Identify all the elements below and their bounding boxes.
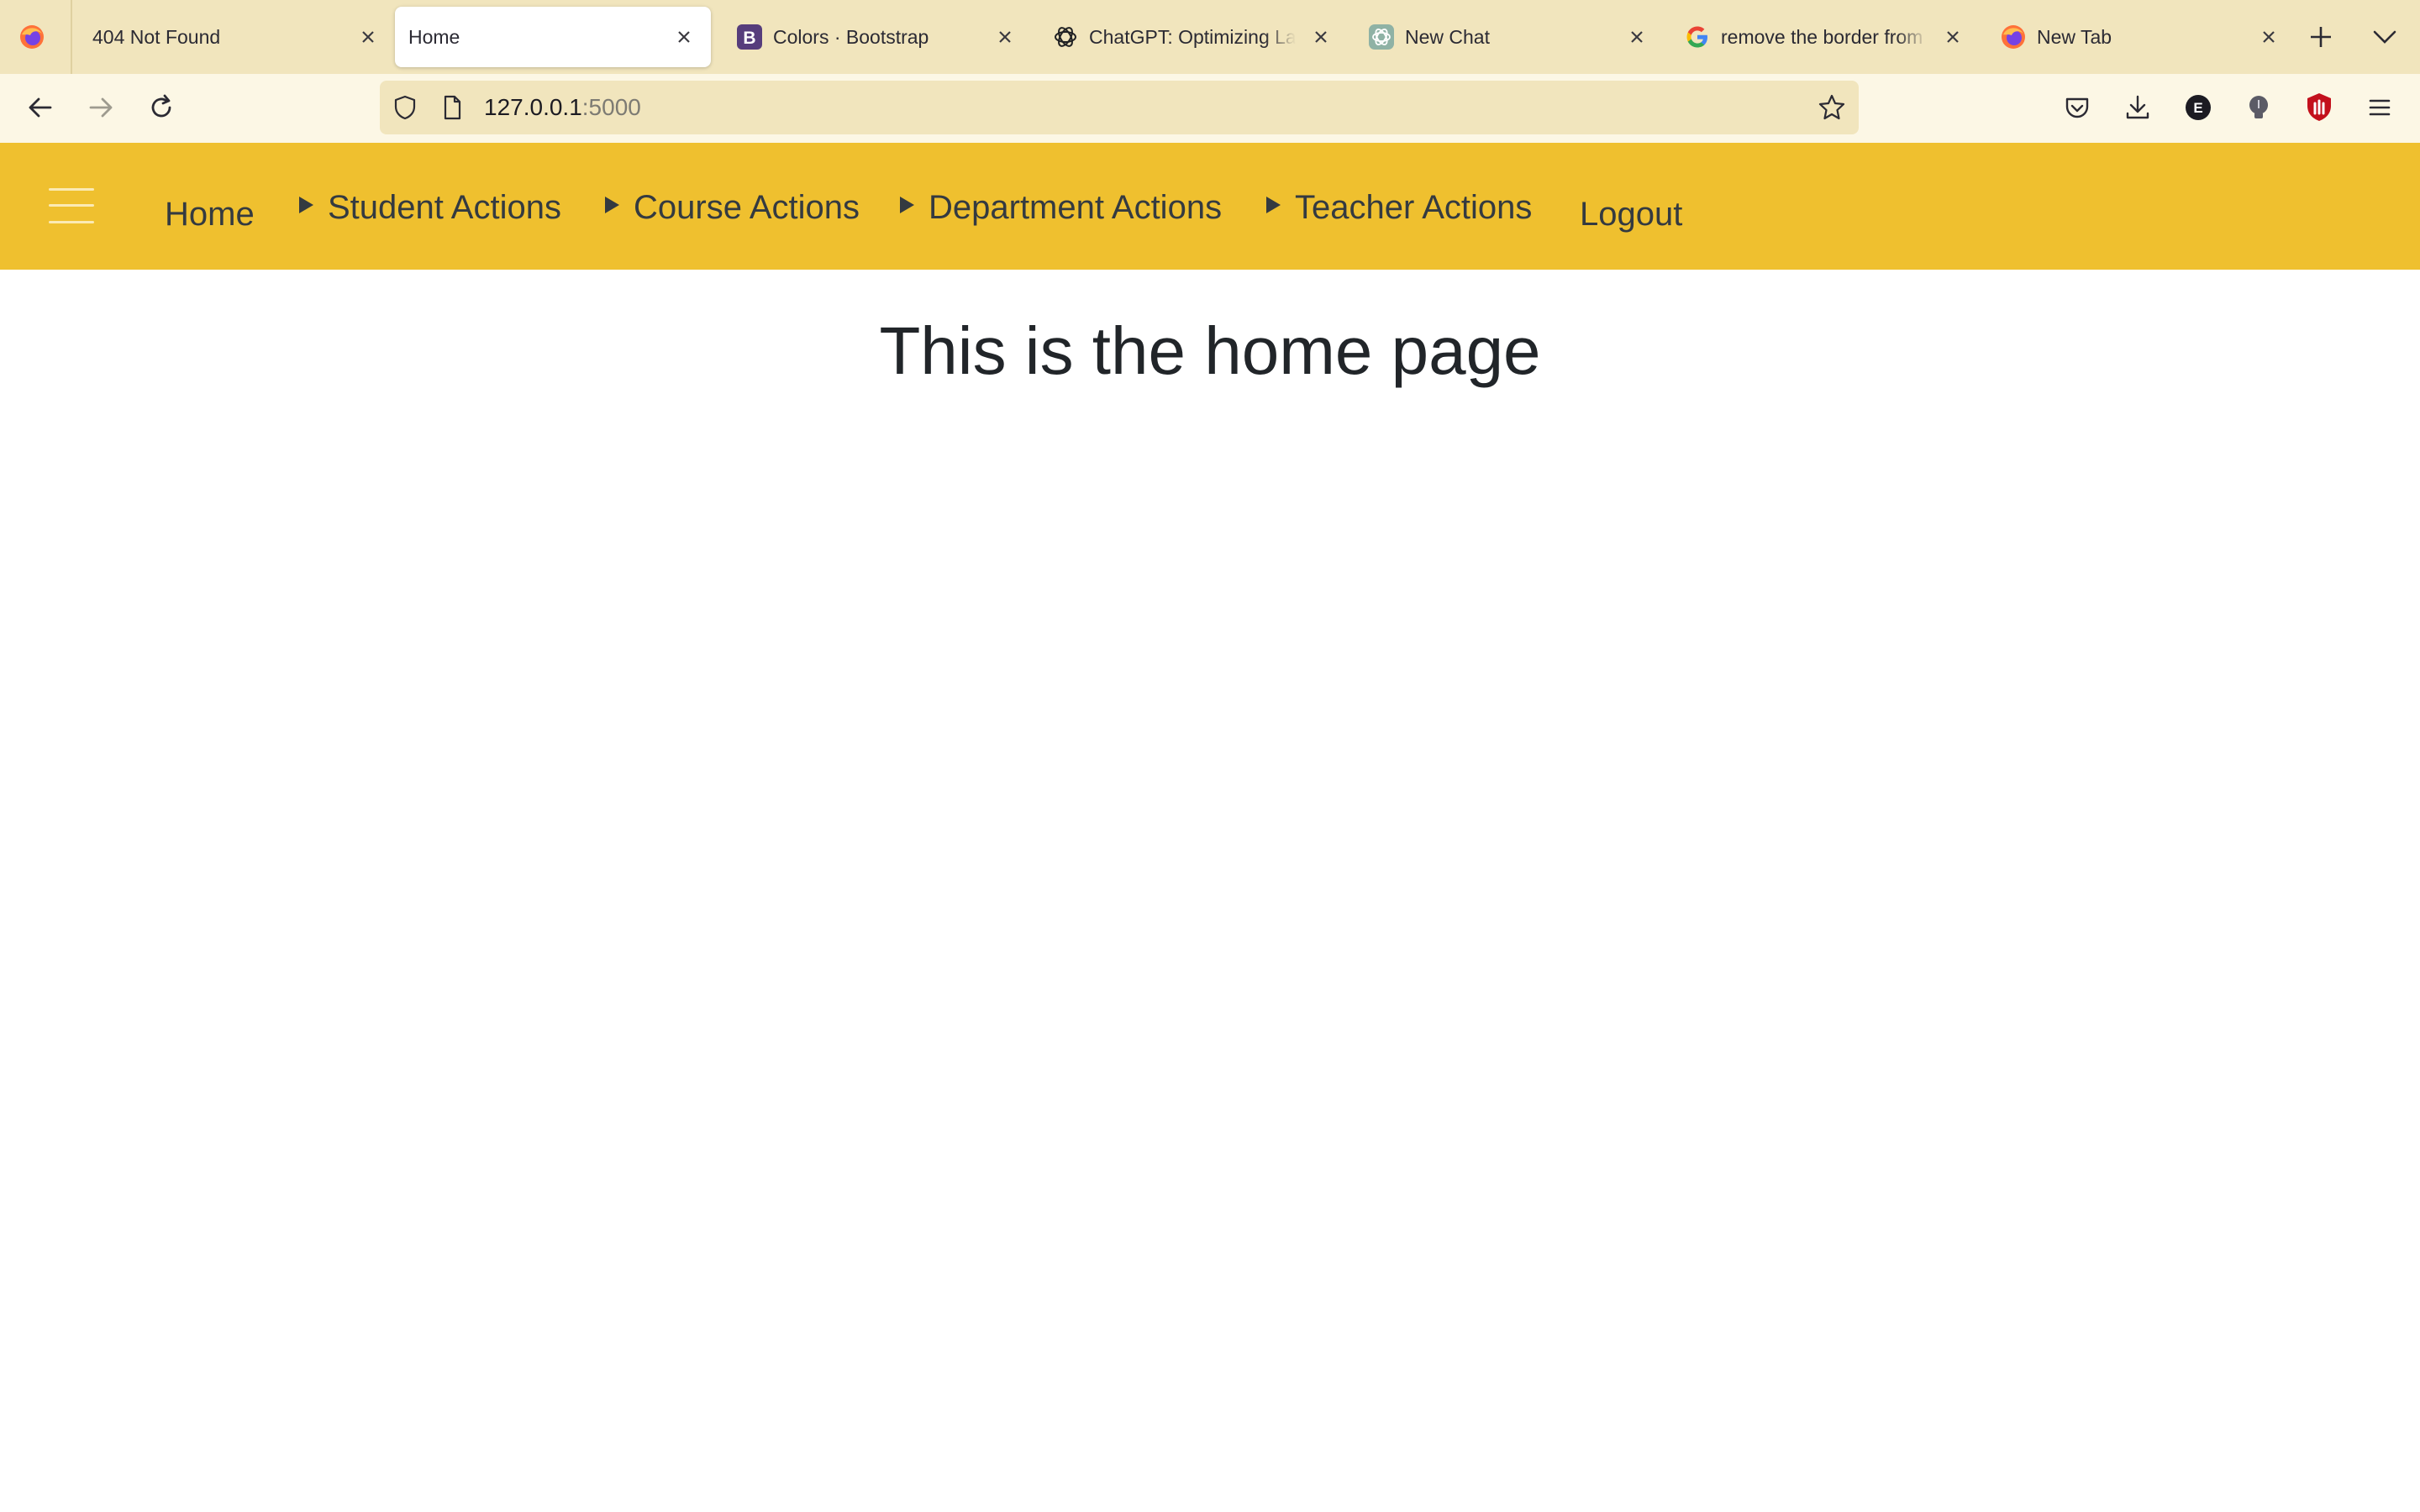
nav-dropdown-label: Course Actions bbox=[634, 189, 860, 226]
back-arrow-icon[interactable] bbox=[20, 87, 60, 128]
tab-title: Home bbox=[408, 26, 460, 48]
nav-dropdown-teacher-actions[interactable]: Teacher Actions bbox=[1266, 187, 1532, 228]
disclosure-triangle-icon bbox=[1266, 197, 1281, 213]
pocket-icon[interactable] bbox=[2060, 91, 2094, 124]
google-icon bbox=[1686, 26, 1707, 48]
nav-dropdown-label: Department Actions bbox=[929, 189, 1223, 226]
disclosure-triangle-icon bbox=[605, 197, 619, 213]
forward-arrow-icon[interactable] bbox=[81, 87, 121, 128]
tab-google-search[interactable]: remove the border from a bbox=[1664, 7, 1980, 67]
extension-badge-letter: E bbox=[2193, 100, 2202, 116]
lightbulb-extension-icon[interactable] bbox=[2242, 91, 2275, 124]
extension-e-icon[interactable]: E bbox=[2181, 91, 2215, 124]
site-navbar: Home Student Actions Course Actions Depa… bbox=[0, 143, 2420, 270]
sidebar-toggle-hamburger-icon[interactable] bbox=[49, 188, 94, 223]
chatgpt-icon bbox=[1369, 24, 1394, 50]
tab-chatgpt-optimizing[interactable]: ChatGPT: Optimizing Language Models bbox=[1032, 7, 1348, 67]
tab-title: 404 Not Found bbox=[92, 26, 221, 48]
tab-home[interactable]: Home bbox=[395, 7, 711, 67]
nav-dropdown-label: Teacher Actions bbox=[1295, 189, 1533, 226]
reload-icon[interactable] bbox=[141, 87, 182, 128]
url-host: 127.0.0.1 bbox=[484, 94, 582, 120]
close-tab-icon[interactable] bbox=[2257, 25, 2281, 49]
tracking-protection-shield-icon[interactable] bbox=[392, 94, 418, 121]
downloads-icon[interactable] bbox=[2121, 91, 2154, 124]
tab-title: New Tab bbox=[2037, 26, 2112, 48]
tab-title: New Chat bbox=[1405, 26, 1490, 48]
bootstrap-icon: B bbox=[737, 24, 762, 50]
nav-dropdown-course-actions[interactable]: Course Actions bbox=[605, 187, 860, 228]
close-tab-icon[interactable] bbox=[356, 25, 380, 49]
new-tab-plus-icon[interactable] bbox=[2304, 20, 2338, 54]
svg-text:B: B bbox=[743, 29, 755, 48]
url-port: :5000 bbox=[581, 94, 641, 120]
browser-tab-strip: 404 Not Found Home B Colors · Bootstrap … bbox=[0, 0, 2420, 74]
firefox-menu-icon[interactable] bbox=[18, 24, 45, 50]
close-tab-icon[interactable] bbox=[1941, 25, 1965, 49]
nav-dropdown-student-actions[interactable]: Student Actions bbox=[299, 187, 561, 228]
nav-link-home[interactable]: Home bbox=[165, 194, 255, 234]
firefox-icon bbox=[2002, 25, 2025, 49]
nav-dropdown-department-actions[interactable]: Department Actions bbox=[900, 187, 1222, 228]
disclosure-triangle-icon bbox=[299, 197, 313, 213]
tab-title: remove the border from a bbox=[1721, 26, 1928, 48]
ublock-hand-icon[interactable] bbox=[2302, 91, 2336, 124]
nav-link-logout[interactable]: Logout bbox=[1580, 194, 1682, 234]
tab-title: ChatGPT: Optimizing Language Models bbox=[1089, 26, 1296, 48]
tab-title: Colors · Bootstrap bbox=[773, 26, 929, 48]
close-tab-icon[interactable] bbox=[1309, 25, 1333, 49]
tab-separator bbox=[71, 0, 72, 74]
browser-toolbar: 127.0.0.1:5000 E bbox=[0, 74, 2420, 143]
close-tab-icon[interactable] bbox=[1625, 25, 1649, 49]
tab-colors-bootstrap[interactable]: B Colors · Bootstrap bbox=[716, 7, 1032, 67]
page-info-icon[interactable] bbox=[439, 94, 466, 121]
page-title: This is the home page bbox=[879, 313, 1541, 388]
list-all-tabs-chevron-icon[interactable] bbox=[2368, 20, 2402, 54]
tab-404-not-found[interactable]: 404 Not Found bbox=[79, 7, 395, 67]
bookmark-star-icon[interactable] bbox=[1817, 92, 1847, 123]
chatgpt-icon bbox=[1055, 27, 1076, 47]
address-bar[interactable]: 127.0.0.1:5000 bbox=[380, 81, 1859, 134]
disclosure-triangle-icon bbox=[900, 197, 914, 213]
close-tab-icon[interactable] bbox=[993, 25, 1017, 49]
close-tab-icon[interactable] bbox=[672, 25, 696, 49]
app-menu-hamburger-icon[interactable] bbox=[2363, 91, 2396, 124]
nav-dropdown-label: Student Actions bbox=[328, 189, 561, 226]
tab-new-chat[interactable]: New Chat bbox=[1348, 7, 1664, 67]
tab-new-tab[interactable]: New Tab bbox=[1980, 7, 2296, 67]
url-text[interactable]: 127.0.0.1:5000 bbox=[484, 93, 641, 122]
